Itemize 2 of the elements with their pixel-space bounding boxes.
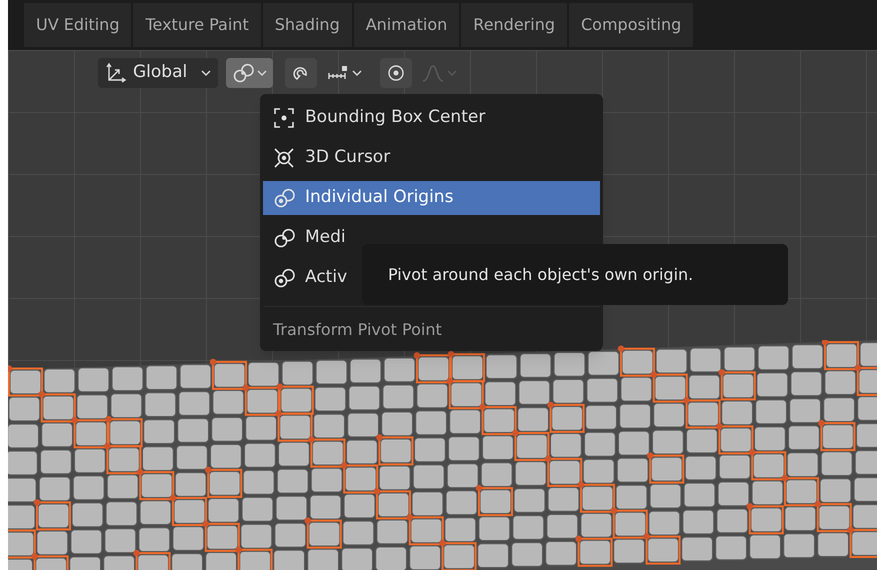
tooltip: Pivot around each object's own origin. — [362, 244, 788, 305]
menu-title: Transform Pivot Point — [272, 319, 443, 341]
